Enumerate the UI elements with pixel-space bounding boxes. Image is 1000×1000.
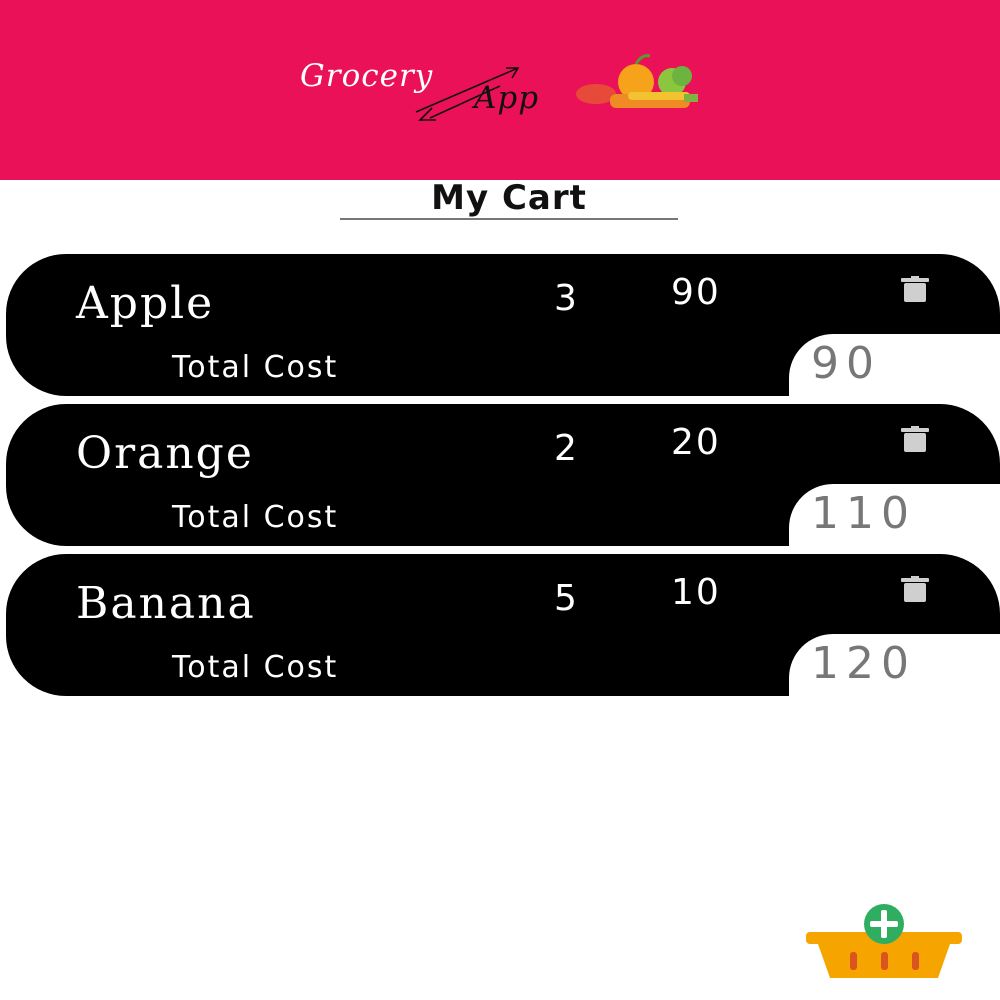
item-quantity: 5: [554, 578, 577, 619]
total-cost-label: Total Cost: [172, 350, 339, 385]
total-cost-box: 120: [789, 634, 1000, 696]
item-quantity: 2: [554, 428, 577, 469]
total-cost-value: 90: [811, 338, 881, 389]
title-underline: [340, 218, 678, 220]
total-cost-label: Total Cost: [172, 500, 339, 535]
item-price: 20: [671, 422, 721, 463]
vegetables-icon: [576, 54, 698, 108]
app-header: Grocery App: [0, 0, 1000, 180]
page-title: My Cart: [431, 178, 587, 218]
total-cost-box: 110: [789, 484, 1000, 546]
item-price: 10: [671, 572, 721, 613]
item-price: 90: [671, 272, 721, 313]
item-name: Banana: [76, 578, 256, 629]
app-logo: Grocery App: [296, 52, 716, 128]
item-quantity: 3: [554, 278, 577, 319]
trash-icon[interactable]: [899, 426, 931, 452]
trash-icon[interactable]: [899, 276, 931, 302]
basket-add-icon[interactable]: [804, 902, 964, 982]
total-cost-value: 110: [811, 488, 916, 539]
cart-item-card[interactable]: Apple 3 90 Total Cost 90: [6, 254, 1000, 396]
item-name: Orange: [76, 428, 254, 479]
total-cost-box: 90: [789, 334, 1000, 396]
total-cost-value: 120: [811, 638, 916, 689]
cart-item-card[interactable]: Orange 2 20 Total Cost 110: [6, 404, 1000, 546]
item-name: Apple: [76, 278, 215, 329]
logo-word-app: App: [474, 80, 540, 116]
trash-icon[interactable]: [899, 576, 931, 602]
total-cost-label: Total Cost: [172, 650, 339, 685]
cart-item-card[interactable]: Banana 5 10 Total Cost 120: [6, 554, 1000, 696]
